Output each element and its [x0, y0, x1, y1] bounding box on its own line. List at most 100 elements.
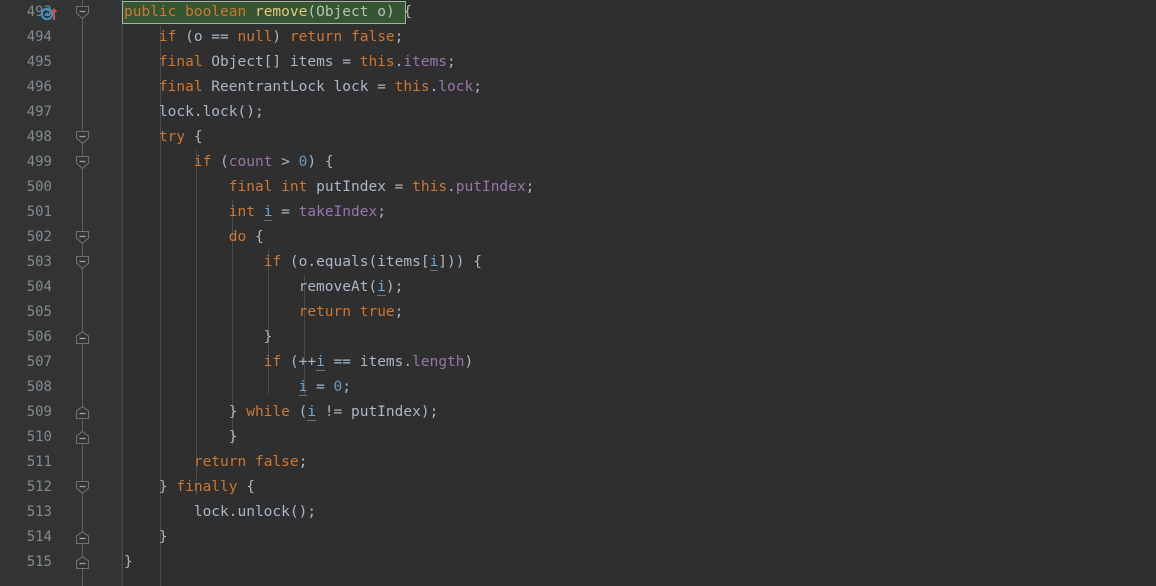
- gutter-row[interactable]: 498: [0, 125, 122, 150]
- editor-gutter[interactable]: 493 494 495 496 497 498 499 500 501 502 503 504 505 5…: [0, 0, 122, 586]
- code-line[interactable]: }: [122, 550, 1156, 575]
- gutter-row[interactable]: 502: [0, 225, 122, 250]
- gutter-row[interactable]: 505: [0, 300, 122, 325]
- line-number: 511: [26, 454, 52, 470]
- code-line-text: }: [124, 429, 238, 445]
- fold-end-icon[interactable]: [74, 555, 91, 570]
- code-line[interactable]: } while (i != putIndex);: [122, 400, 1156, 425]
- code-line[interactable]: lock.unlock();: [122, 500, 1156, 525]
- gutter-row[interactable]: 511: [0, 450, 122, 475]
- code-line[interactable]: } finally {: [122, 475, 1156, 500]
- code-line-selected[interactable]: public boolean remove(Object o) {: [122, 0, 1156, 25]
- code-line-text: int i = takeIndex;: [228, 204, 386, 221]
- code-area[interactable]: public boolean remove(Object o) { if (o …: [122, 0, 1156, 586]
- gutter-row[interactable]: 507: [0, 350, 122, 375]
- code-line[interactable]: final ReentrantLock lock = this.lock;: [122, 75, 1156, 100]
- code-line-text: public boolean remove(Object o) {: [124, 4, 413, 20]
- gutter-row[interactable]: 515: [0, 550, 122, 575]
- line-number: 514: [26, 529, 52, 545]
- gutter-row[interactable]: 494: [0, 25, 122, 50]
- implementing-method-icon[interactable]: [40, 6, 61, 21]
- code-line-text: if (o.equals(items[i])) {: [263, 254, 482, 271]
- fold-start-icon[interactable]: [74, 230, 91, 245]
- line-number: 506: [26, 329, 52, 345]
- fold-start-icon[interactable]: [74, 480, 91, 495]
- line-number: 510: [26, 429, 52, 445]
- code-line[interactable]: final Object[] items = this.items;: [122, 50, 1156, 75]
- code-line[interactable]: removeAt(i);: [122, 275, 1156, 300]
- gutter-row[interactable]: 500: [0, 175, 122, 200]
- line-number: 509: [26, 404, 52, 420]
- line-number: 503: [26, 254, 52, 270]
- line-number: 504: [26, 279, 52, 295]
- code-line-text: return true;: [298, 304, 404, 320]
- gutter-row[interactable]: 509: [0, 400, 122, 425]
- line-number: 501: [26, 204, 52, 220]
- code-line[interactable]: lock.lock();: [122, 100, 1156, 125]
- gutter-row[interactable]: 510: [0, 425, 122, 450]
- code-line[interactable]: final int putIndex = this.putIndex;: [122, 175, 1156, 200]
- code-line[interactable]: if (count > 0) {: [122, 150, 1156, 175]
- gutter-row[interactable]: 506: [0, 325, 122, 350]
- line-number: 499: [26, 154, 52, 170]
- code-line[interactable]: if (o == null) return false;: [122, 25, 1156, 50]
- gutter-row[interactable]: 497: [0, 100, 122, 125]
- line-number: 507: [26, 354, 52, 370]
- code-line[interactable]: }: [122, 425, 1156, 450]
- gutter-row[interactable]: 508: [0, 375, 122, 400]
- line-number: 512: [26, 479, 52, 495]
- line-number: 502: [26, 229, 52, 245]
- fold-start-icon[interactable]: [74, 130, 91, 145]
- fold-start-icon[interactable]: [74, 255, 91, 270]
- code-line[interactable]: if (++i == items.length): [122, 350, 1156, 375]
- fold-end-icon[interactable]: [74, 405, 91, 420]
- line-number: 497: [26, 104, 52, 120]
- code-line[interactable]: }: [122, 325, 1156, 350]
- fold-end-icon[interactable]: [74, 430, 91, 445]
- code-line-text: return false;: [193, 454, 308, 470]
- fold-end-icon[interactable]: [74, 530, 91, 545]
- code-line[interactable]: return true;: [122, 300, 1156, 325]
- code-line[interactable]: if (o.equals(items[i])) {: [122, 250, 1156, 275]
- code-line-text: if (count > 0) {: [193, 154, 334, 170]
- gutter-row[interactable]: 499: [0, 150, 122, 175]
- code-line-text: if (++i == items.length): [263, 354, 474, 371]
- gutter-row[interactable]: 514: [0, 525, 122, 550]
- line-number: 513: [26, 504, 52, 520]
- code-line-text: final ReentrantLock lock = this.lock;: [158, 79, 482, 95]
- code-line[interactable]: int i = takeIndex;: [122, 200, 1156, 225]
- code-line-text: } while (i != putIndex);: [124, 404, 439, 421]
- gutter-row[interactable]: 512: [0, 475, 122, 500]
- fold-start-icon[interactable]: [74, 5, 91, 20]
- gutter-row[interactable]: 493: [0, 0, 122, 25]
- line-number: 508: [26, 379, 52, 395]
- code-line[interactable]: }: [122, 525, 1156, 550]
- fold-end-icon[interactable]: [74, 330, 91, 345]
- code-line-text: lock.unlock();: [124, 504, 317, 520]
- code-line-text: final Object[] items = this.items;: [158, 54, 456, 70]
- code-line-text: removeAt(i);: [124, 279, 404, 296]
- line-number: 498: [26, 129, 52, 145]
- code-line-text: } finally {: [124, 479, 255, 495]
- code-line-text: if (o == null) return false;: [158, 29, 404, 45]
- code-line-text: lock.lock();: [124, 104, 264, 120]
- code-line-text: try {: [158, 129, 203, 145]
- code-line[interactable]: i = 0;: [122, 375, 1156, 400]
- gutter-row[interactable]: 513: [0, 500, 122, 525]
- code-editor[interactable]: 493 494 495 496 497 498 499 500 501 502 503 504 505 5…: [0, 0, 1156, 586]
- gutter-row[interactable]: 495: [0, 50, 122, 75]
- gutter-row[interactable]: 503: [0, 250, 122, 275]
- code-line-text: final int putIndex = this.putIndex;: [228, 179, 535, 195]
- code-line-text: }: [124, 554, 133, 570]
- gutter-row[interactable]: 496: [0, 75, 122, 100]
- fold-start-icon[interactable]: [74, 155, 91, 170]
- code-line-text: do {: [228, 229, 264, 245]
- line-number: 494: [26, 29, 52, 45]
- gutter-row[interactable]: 501: [0, 200, 122, 225]
- code-line[interactable]: do {: [122, 225, 1156, 250]
- code-line-text: }: [124, 329, 273, 345]
- line-number: 496: [26, 79, 52, 95]
- gutter-row[interactable]: 504: [0, 275, 122, 300]
- code-line[interactable]: return false;: [122, 450, 1156, 475]
- code-line[interactable]: try {: [122, 125, 1156, 150]
